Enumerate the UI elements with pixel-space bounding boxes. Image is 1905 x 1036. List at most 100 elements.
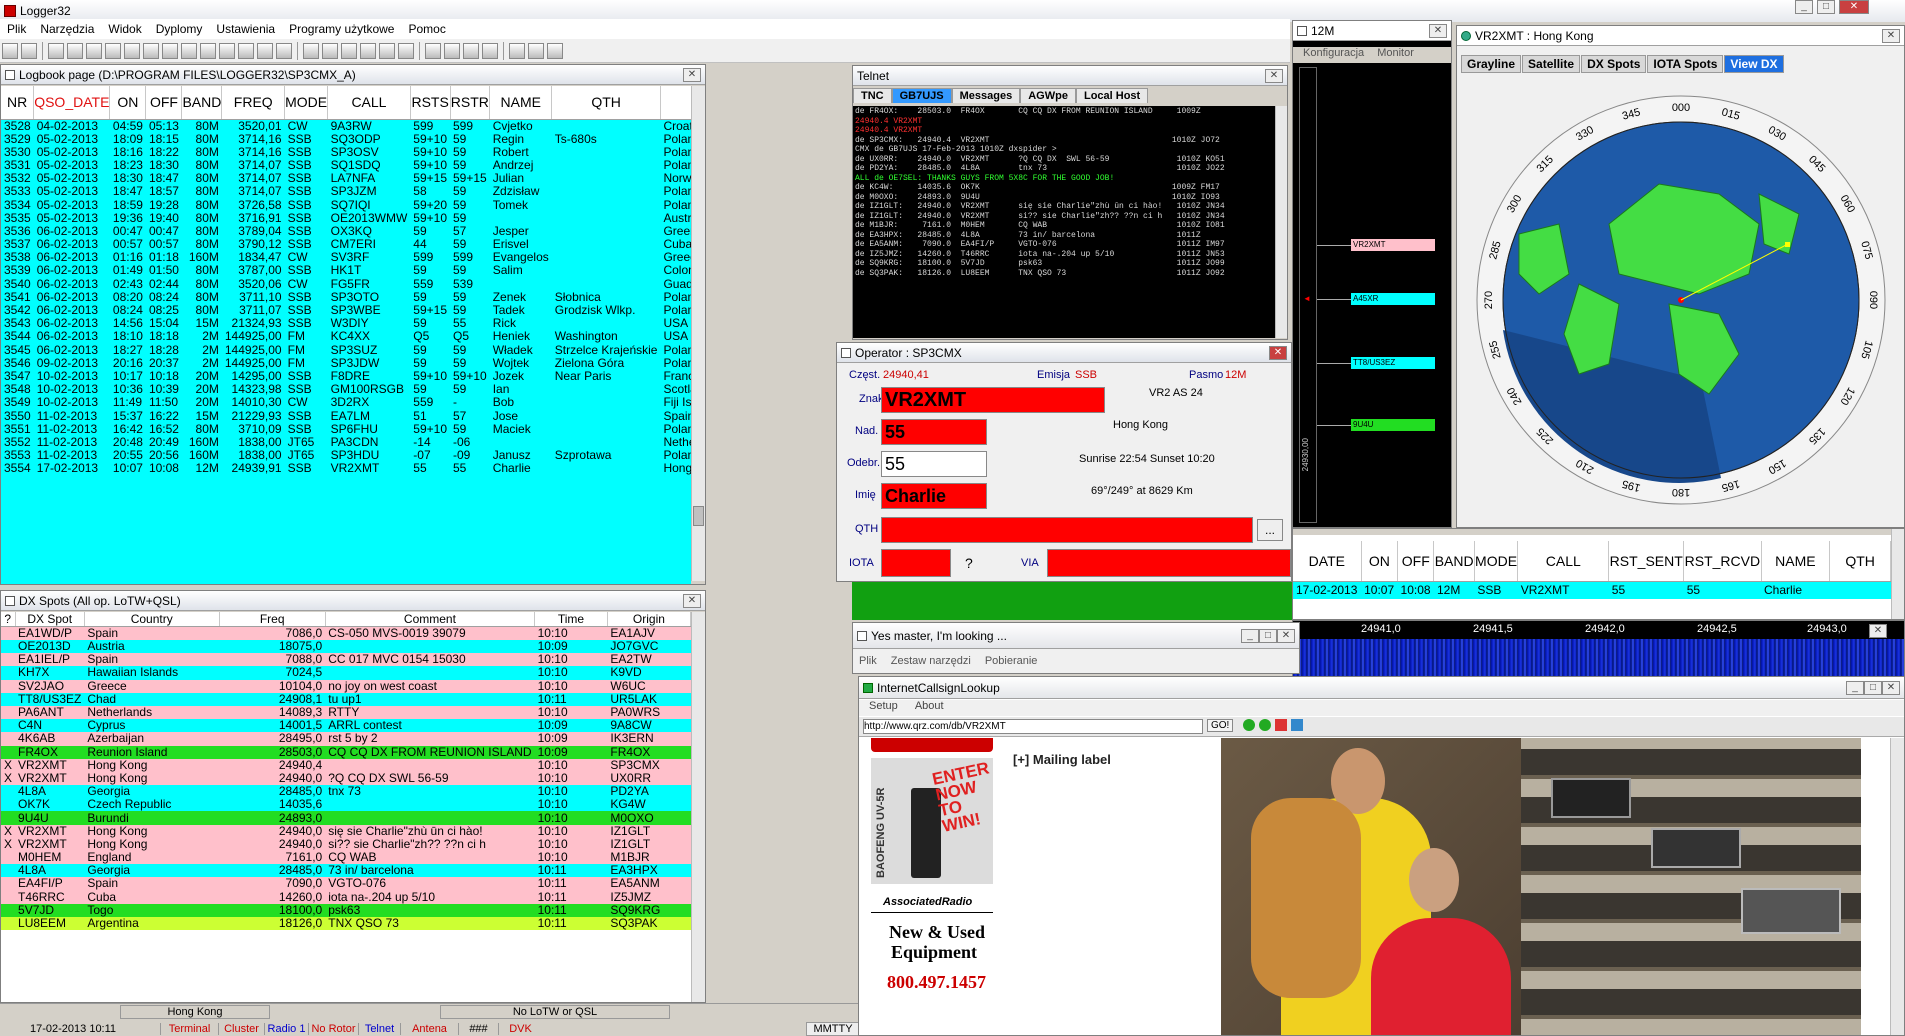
globe-icon[interactable]	[181, 42, 197, 59]
close-icon[interactable]: ✕	[1839, 0, 1869, 14]
qth-field[interactable]	[881, 517, 1253, 543]
column-header[interactable]: RSTS	[410, 86, 451, 120]
close-icon[interactable]: ✕	[683, 67, 701, 82]
settings-icon[interactable]	[509, 42, 525, 59]
menu-narzedzia[interactable]: Narzędzia	[33, 22, 101, 36]
chart-icon[interactable]	[238, 42, 254, 59]
browser-scrollbar[interactable]	[1890, 738, 1904, 1035]
status-rotor[interactable]: No Rotor	[308, 1023, 358, 1035]
go-button[interactable]: GO!	[1207, 719, 1234, 732]
baofeng-ad[interactable]: BAOFENG UV-5R ENTER NOW TO WIN!	[871, 758, 993, 884]
window2-icon[interactable]	[528, 42, 544, 59]
table-row[interactable]: 3534 05-02-2013 18:59 19:28 80M 3726,58 SSB SQ7…	[1, 198, 691, 212]
logbook-grid[interactable]: NR QSO_DATE ON OFF BAND FREQ MODE CALL RSTS RSTR N…	[1, 86, 691, 584]
list-item[interactable]: M0HEM England 7161,0 CQ WAB 10:10 M1BJR	[1, 851, 691, 865]
small-log-scrollbar[interactable]	[1891, 529, 1904, 619]
table-row[interactable]: 3538 06-02-2013 01:16 01:18 160M 1834,47 CW SV3…	[1, 251, 691, 265]
spot-marker[interactable]: VR2XMT	[1351, 239, 1435, 251]
tab-agwpe[interactable]: AGWpe	[1020, 88, 1076, 103]
column-header[interactable]: NAME	[1761, 541, 1831, 582]
callsign-field[interactable]: VR2XMT	[881, 387, 1105, 413]
grid-icon[interactable]	[105, 42, 121, 59]
list-item[interactable]: 4L8A Georgia 28485,0 73 in/ barcelona 10:11 E…	[1, 864, 691, 878]
report-icon[interactable]	[124, 42, 140, 59]
mailing-label-link[interactable]: [+] Mailing label	[1013, 752, 1111, 767]
status-terminal[interactable]: Terminal	[160, 1023, 218, 1035]
column-header[interactable]: Freq	[219, 612, 326, 627]
menu-dyplomy[interactable]: Dyplomy	[149, 22, 210, 36]
fm-icon[interactable]	[341, 42, 357, 59]
edit-icon[interactable]	[67, 42, 83, 59]
spot-marker[interactable]: TT8/US3EZ	[1351, 357, 1435, 369]
close-icon[interactable]: ✕	[1277, 628, 1295, 643]
mmtty-button[interactable]: MMTTY	[806, 1022, 860, 1036]
column-header[interactable]: ON	[1361, 541, 1399, 582]
table-row[interactable]: 3537 06-02-2013 00:57 00:57 80M 3790,12 SSB CM7…	[1, 238, 691, 252]
tools2-icon[interactable]	[398, 42, 414, 59]
tab-grayline[interactable]: Grayline	[1461, 55, 1522, 73]
copy-icon[interactable]	[2, 42, 18, 59]
menu-setup[interactable]: Setup	[869, 700, 898, 712]
tab-viewdx[interactable]: View DX	[1724, 55, 1784, 73]
menu-monitor[interactable]: Monitor	[1377, 47, 1414, 59]
column-header[interactable]: FREQ	[221, 86, 286, 120]
list-item[interactable]: PA6ANT Netherlands 14089,3 RTTY 10:10 PA0WRS	[1, 705, 691, 720]
dxspots-scrollbar[interactable]	[691, 612, 705, 1002]
iota-help[interactable]: ?	[965, 555, 973, 571]
tab-satellite[interactable]: Satellite	[1522, 55, 1581, 73]
associated-radio-logo[interactable]: AssociatedRadio	[883, 896, 972, 908]
column-header[interactable]: RST_SENT	[1608, 541, 1685, 582]
menu-about[interactable]: About	[915, 700, 944, 712]
table-row[interactable]: 3554 17-02-2013 10:07 10:08 12M 24939,91 SSB VR…	[1, 462, 691, 476]
list-item[interactable]: X VR2XMT Hong Kong 24940,0 si?? sie Charlie"…	[1, 837, 691, 851]
spot-marker[interactable]: A45XR	[1351, 293, 1435, 305]
status-telnet[interactable]: Telnet	[358, 1023, 400, 1035]
list-item[interactable]: EA1WD/P Spain 7086,0 CS-050 MVS-0019 39079 1…	[1, 626, 691, 640]
column-header[interactable]: NR	[1, 86, 35, 120]
column-header[interactable]: OFF	[1397, 541, 1435, 582]
url-input[interactable]	[863, 719, 1203, 734]
list-item[interactable]: EA1IEL/P Spain 7088,0 CC 017 MVC 0154 15030…	[1, 653, 691, 667]
close-icon[interactable]: ✕	[1269, 345, 1287, 360]
table-row[interactable]: 3545 06-02-2013 18:27 18:28 2M 144925,00 FM SP3…	[1, 343, 691, 357]
wand-icon[interactable]	[547, 42, 563, 59]
column-header[interactable]: CALL	[1517, 541, 1610, 582]
column-header[interactable]: CALL	[327, 86, 411, 120]
globe2-icon[interactable]	[463, 42, 479, 59]
table-row[interactable]: 3540 06-02-2013 02:43 02:44 80M 3520,06 CW FG5F…	[1, 277, 691, 291]
small-log-grid[interactable]: DATE ON OFF BAND MODE CALL RST_SENT RST_RCVD NAM…	[1293, 541, 1891, 599]
refresh-icon[interactable]	[1291, 719, 1303, 731]
maximize-icon[interactable]: □	[1817, 0, 1835, 14]
dxspots-grid[interactable]: ? DX Spot Country Freq Comment Time Origin EA1…	[1, 612, 691, 1002]
keyer-icon[interactable]	[425, 42, 441, 59]
rst-sent-field[interactable]: 55	[881, 419, 987, 445]
telnet-scrollbar[interactable]	[1275, 106, 1287, 338]
list-item[interactable]: T46RRC Cuba 14260,0 iota na-.204 up 5/10 10:…	[1, 890, 691, 904]
menu-pomoc[interactable]: Pomoc	[401, 22, 452, 36]
scroll-thumb[interactable]	[693, 506, 704, 526]
rst-rcvd-field[interactable]: 55	[881, 451, 987, 477]
logbook-scrollbar[interactable]	[691, 86, 705, 581]
column-header[interactable]: ON	[109, 86, 147, 120]
menu-plik[interactable]: Plik	[0, 22, 33, 36]
column-header[interactable]: DXCC	[660, 86, 691, 120]
tab-messages[interactable]: Messages	[951, 88, 1021, 103]
name-field[interactable]: Charlie	[881, 483, 987, 509]
stop-icon[interactable]	[1275, 719, 1287, 731]
column-header[interactable]: DATE	[1293, 541, 1362, 582]
close-icon[interactable]: ✕	[1882, 28, 1900, 43]
close-icon[interactable]: ✕	[683, 593, 701, 608]
tab-dxspots[interactable]: DX Spots	[1581, 55, 1647, 73]
table-row[interactable]: 3539 06-02-2013 01:49 01:50 80M 3787,00 SSB HK1…	[1, 264, 691, 278]
table-row[interactable]: 3532 05-02-2013 18:30 18:47 80M 3714,07 SSB LA7…	[1, 172, 691, 186]
close-icon[interactable]: ✕	[1265, 68, 1283, 83]
text-icon[interactable]	[276, 42, 292, 59]
list-item[interactable]: 9U4U Burundi 24893,0 10:10 M0OXO	[1, 811, 691, 825]
column-header[interactable]: Country	[84, 612, 220, 627]
table-row[interactable]: 17-02-2013 10:07 10:08 12M SSB VR2XMT 55 55 Char…	[1293, 581, 1891, 599]
table-row[interactable]: 3544 06-02-2013 18:10 18:18 2M 144925,00 FM KC4…	[1, 330, 691, 344]
minimize-icon[interactable]: _	[1846, 680, 1864, 695]
table-row[interactable]: 3528 04-02-2013 04:59 05:13 80M 3520,01 CW 9A3R…	[1, 119, 691, 133]
list-item[interactable]: C4N Cyprus 14001,5 ARRL contest 10:09 9A8CW	[1, 719, 691, 733]
list-item[interactable]: X VR2XMT Hong Kong 24940,0 ?Q CQ DX SWL 56-5…	[1, 771, 691, 786]
